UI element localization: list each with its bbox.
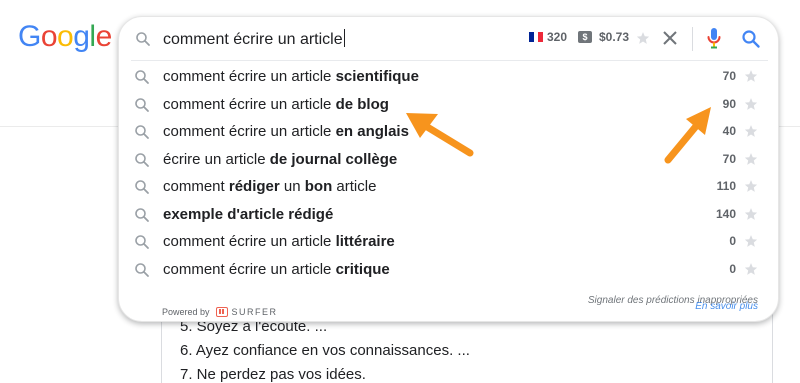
suggestion-volume: 0 bbox=[729, 261, 736, 276]
star-icon[interactable] bbox=[636, 31, 650, 45]
suggestion-text[interactable]: exemple d'article rédigé bbox=[163, 205, 333, 225]
suggestion-prefix: écrire un article bbox=[163, 150, 270, 168]
suggestion-item[interactable]: exemple d'article rédigé 140 bbox=[119, 201, 778, 229]
cpc-value: $0.73 bbox=[599, 30, 630, 44]
suggestion-prefix: comment bbox=[163, 178, 229, 195]
search-icon bbox=[134, 152, 150, 168]
suggestion-bold: exemple d'article rédigé bbox=[163, 205, 334, 223]
search-icon bbox=[134, 234, 150, 250]
suggestion-prefix: comment écrire un article bbox=[163, 233, 336, 250]
powered-by-label: Powered by bbox=[162, 307, 210, 317]
search-submit-icon[interactable] bbox=[741, 29, 761, 49]
suggestion-text[interactable]: comment rédiger un bon article bbox=[163, 177, 376, 197]
suggestion-volume: 40 bbox=[722, 124, 736, 138]
suggestion-volume: 110 bbox=[716, 179, 736, 193]
flag-stripe-red bbox=[538, 32, 544, 42]
suggestion-suffix: un bbox=[279, 178, 305, 195]
suggestion-prefix: comment écrire un article bbox=[163, 68, 336, 85]
star-icon[interactable] bbox=[744, 97, 758, 111]
search-icon bbox=[134, 179, 150, 195]
suggestion-bold: scientifique bbox=[335, 68, 419, 85]
logo-letter: G bbox=[18, 20, 41, 53]
search-icon bbox=[134, 207, 150, 223]
close-icon[interactable] bbox=[661, 29, 679, 47]
snippet-line: 6. Ayez confiance en vos connaissances. … bbox=[180, 342, 470, 359]
suggestion-item[interactable]: comment rédiger un bon article 110 bbox=[119, 173, 778, 201]
suggestion-list: comment écrire un article scientifique 70… bbox=[119, 63, 778, 283]
microphone-icon[interactable] bbox=[706, 27, 722, 49]
suggestion-bold: bon bbox=[304, 178, 333, 195]
suggestion-volume: 140 bbox=[715, 206, 736, 221]
suggestion-bold: littéraire bbox=[335, 233, 395, 250]
search-icon bbox=[135, 31, 151, 47]
star-icon[interactable] bbox=[744, 179, 758, 193]
suggestion-bold: critique bbox=[335, 260, 390, 278]
suggestion-volume: 70 bbox=[722, 69, 736, 83]
star-icon[interactable] bbox=[744, 152, 758, 166]
search-icon bbox=[134, 97, 150, 113]
suggestion-volume: 0 bbox=[729, 234, 736, 248]
suggestion-text[interactable]: comment écrire un article scientifique bbox=[163, 67, 419, 87]
suggestion-item[interactable]: comment écrire un article critique 0 bbox=[119, 256, 778, 284]
logo-letter: o bbox=[40, 20, 58, 53]
search-icon bbox=[134, 262, 150, 278]
suggestion-suffix: article bbox=[332, 178, 377, 195]
suggestion-item[interactable]: comment écrire un article littéraire 0 bbox=[119, 228, 778, 256]
search-volume: 320 bbox=[547, 30, 568, 44]
suggestion-item[interactable]: comment écrire un article scientifique 70 bbox=[119, 63, 778, 91]
logo-letter: e bbox=[95, 20, 113, 53]
star-icon[interactable] bbox=[744, 262, 758, 276]
page: Google 5. Soyez à l'écoute. ... 6. Ayez … bbox=[0, 0, 800, 383]
input-divider bbox=[692, 27, 693, 51]
surfer-brand: SURFER bbox=[231, 307, 278, 317]
text-caret bbox=[343, 29, 345, 47]
search-input-row[interactable]: comment écrire un article 320 $ $0.73 bbox=[119, 17, 778, 61]
suggestion-text[interactable]: comment écrire un article littéraire bbox=[163, 232, 395, 252]
suggestion-item[interactable]: comment écrire un article de blog 90 bbox=[119, 91, 778, 119]
france-flag-icon bbox=[529, 32, 544, 42]
search-icon bbox=[134, 69, 150, 85]
suggestion-text[interactable]: comment écrire un article critique bbox=[163, 260, 390, 280]
suggestion-separator bbox=[131, 60, 768, 61]
suggestion-prefix: comment écrire un article bbox=[163, 95, 336, 113]
suggestion-text[interactable]: comment écrire un article de blog bbox=[163, 95, 389, 115]
suggestion-item[interactable]: comment écrire un article en anglais 40 bbox=[119, 118, 778, 146]
star-icon[interactable] bbox=[744, 207, 758, 221]
search-box: comment écrire un article 320 $ $0.73 co… bbox=[118, 16, 779, 322]
search-query-text: comment écrire un article bbox=[163, 31, 343, 48]
star-icon[interactable] bbox=[744, 124, 758, 138]
suggestion-item[interactable]: écrire un article de journal collège 70 bbox=[119, 146, 778, 174]
search-input[interactable]: comment écrire un article bbox=[163, 29, 345, 50]
suggestion-bold: de journal collège bbox=[269, 150, 398, 168]
suggestion-bold: en anglais bbox=[335, 123, 409, 140]
suggestion-text[interactable]: comment écrire un article en anglais bbox=[163, 122, 409, 142]
star-icon[interactable] bbox=[744, 234, 758, 248]
suggestion-text[interactable]: écrire un article de journal collège bbox=[163, 150, 397, 170]
surfer-logo-icon bbox=[215, 307, 228, 317]
suggestion-bold: rédiger bbox=[228, 178, 280, 195]
google-logo[interactable]: Google bbox=[18, 19, 112, 55]
powered-by[interactable]: Powered by SURFER bbox=[162, 307, 278, 317]
suggestion-volume: 70 bbox=[722, 151, 736, 166]
search-icon bbox=[134, 124, 150, 140]
suggestion-bold: de blog bbox=[335, 95, 389, 113]
suggestion-volume: 90 bbox=[722, 96, 736, 111]
snippet-line: 7. Ne perdez pas vos idées. bbox=[180, 366, 366, 383]
dollar-icon: $ bbox=[578, 31, 592, 43]
star-icon[interactable] bbox=[744, 69, 758, 83]
suggestion-prefix: comment écrire un article bbox=[163, 123, 336, 140]
suggestion-prefix: comment écrire un article bbox=[163, 260, 336, 278]
learn-more-link[interactable]: En savoir plus bbox=[695, 301, 758, 312]
logo-letter: g bbox=[73, 20, 90, 53]
logo-letter: o bbox=[57, 20, 74, 53]
